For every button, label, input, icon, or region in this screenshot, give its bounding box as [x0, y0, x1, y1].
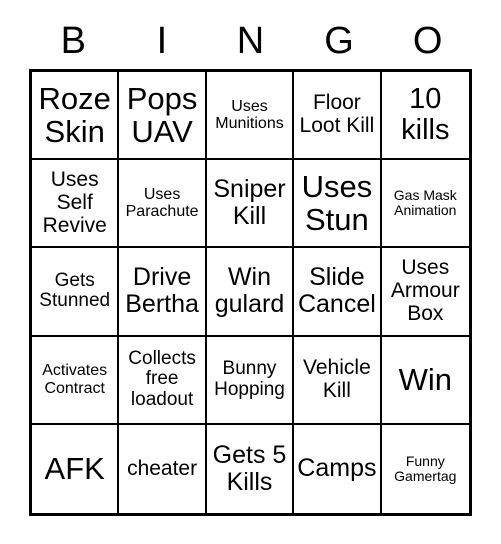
bingo-cell-label: Uses Armour Box [390, 256, 460, 325]
bingo-cell-label: Floor Loot Kill [299, 91, 375, 138]
bingo-cell-label: Funny Gamertag [394, 452, 457, 484]
bingo-header-letter-i: I [156, 20, 168, 62]
bingo-cell-label: Bunny Hopping [214, 358, 285, 400]
bingo-cell-r5c5[interactable]: Funny Gamertag [382, 425, 469, 513]
bingo-cell-r2c3[interactable]: Sniper Kill [206, 160, 295, 249]
bingo-cell-r3c3[interactable]: Win gulard [206, 248, 295, 337]
bingo-cell-r3c5[interactable]: Uses Armour Box [381, 248, 469, 337]
bingo-cell-label: Gets Stunned [39, 269, 111, 312]
bingo-cell-label: Slide Cancel [297, 263, 376, 319]
bingo-cell-label: cheater [127, 456, 198, 480]
bingo-cell-r2c4[interactable]: Uses Stun [294, 160, 382, 249]
bingo-cell-label: Activates Contract [42, 362, 108, 397]
bingo-cell-label: Gets 5 Kills [212, 440, 287, 496]
bingo-grid: Roze Skin Pops UAV Uses Munitions Floor … [29, 69, 472, 516]
bingo-card: B I N G O Roze Skin Pops UAV Uses Muniti… [0, 0, 501, 544]
bingo-header-letter-n: N [236, 20, 265, 62]
bingo-cell-r1c5[interactable]: 10 kills [381, 72, 469, 161]
bingo-cell-label: 10 kills [401, 82, 450, 147]
bingo-cell-r5c3[interactable]: Gets 5 Kills [207, 424, 295, 513]
bingo-cell-r4c5[interactable]: Win [381, 337, 469, 425]
bingo-cell-r2c5[interactable]: Gas Mask Animation [381, 160, 469, 249]
bingo-cell-r4c3[interactable]: Bunny Hopping [206, 336, 295, 425]
bingo-cell-label: Gas Mask Animation [393, 187, 457, 219]
bingo-header-letter-b: B [60, 20, 86, 62]
bingo-cell-r1c1[interactable]: Roze Skin [32, 72, 120, 161]
bingo-cell-r5c4[interactable]: Camps [294, 424, 382, 513]
bingo-cell-r2c2[interactable]: Uses Parachute [119, 160, 207, 249]
bingo-header-row: B I N G O [29, 14, 472, 68]
bingo-cell-r3c2[interactable]: Drive Bertha [119, 248, 207, 337]
bingo-cell-r4c1[interactable]: Activates Contract [32, 336, 120, 425]
bingo-cell-label: Pops UAV [126, 80, 198, 150]
bingo-cell-r1c4[interactable]: Floor Loot Kill [294, 72, 382, 161]
bingo-cell-r4c2[interactable]: Collects free loadout [119, 336, 207, 425]
bingo-cell-label: Uses Munitions [215, 97, 284, 133]
bingo-cell-label: Win [398, 361, 452, 397]
bingo-cell-r1c3[interactable]: Uses Munitions [206, 72, 295, 161]
bingo-cell-r1c2[interactable]: Pops UAV [119, 72, 207, 161]
bingo-cell-r3c4[interactable]: Slide Cancel [294, 248, 382, 337]
bingo-cell-label: Roze Skin [38, 80, 111, 150]
bingo-cell-label: Drive Bertha [125, 263, 199, 319]
bingo-cell-r4c4[interactable]: Vehicle Kill [294, 336, 382, 425]
bingo-header-letter-o: O [412, 20, 443, 62]
bingo-cell-label: Vehicle Kill [303, 356, 371, 402]
bingo-cell-label: Win gulard [214, 263, 285, 319]
bingo-cell-label: Uses Self Revive [42, 168, 107, 237]
bingo-cell-label: Collects free loadout [128, 347, 196, 410]
bingo-cell-label: Sniper Kill [213, 175, 286, 231]
bingo-cell-r5c2[interactable]: cheater [119, 424, 207, 513]
bingo-cell-r2c1[interactable]: Uses Self Revive [32, 160, 120, 249]
bingo-header-letter-g: G [324, 20, 354, 62]
bingo-cell-label: AFK [44, 451, 105, 487]
bingo-cell-r5c1[interactable]: AFK [32, 424, 120, 513]
bingo-cell-label: Camps [297, 454, 377, 483]
bingo-cell-label: Uses Stun [301, 168, 373, 238]
bingo-cell-label: Uses Parachute [125, 186, 199, 221]
bingo-cell-r3c1[interactable]: Gets Stunned [32, 248, 120, 337]
